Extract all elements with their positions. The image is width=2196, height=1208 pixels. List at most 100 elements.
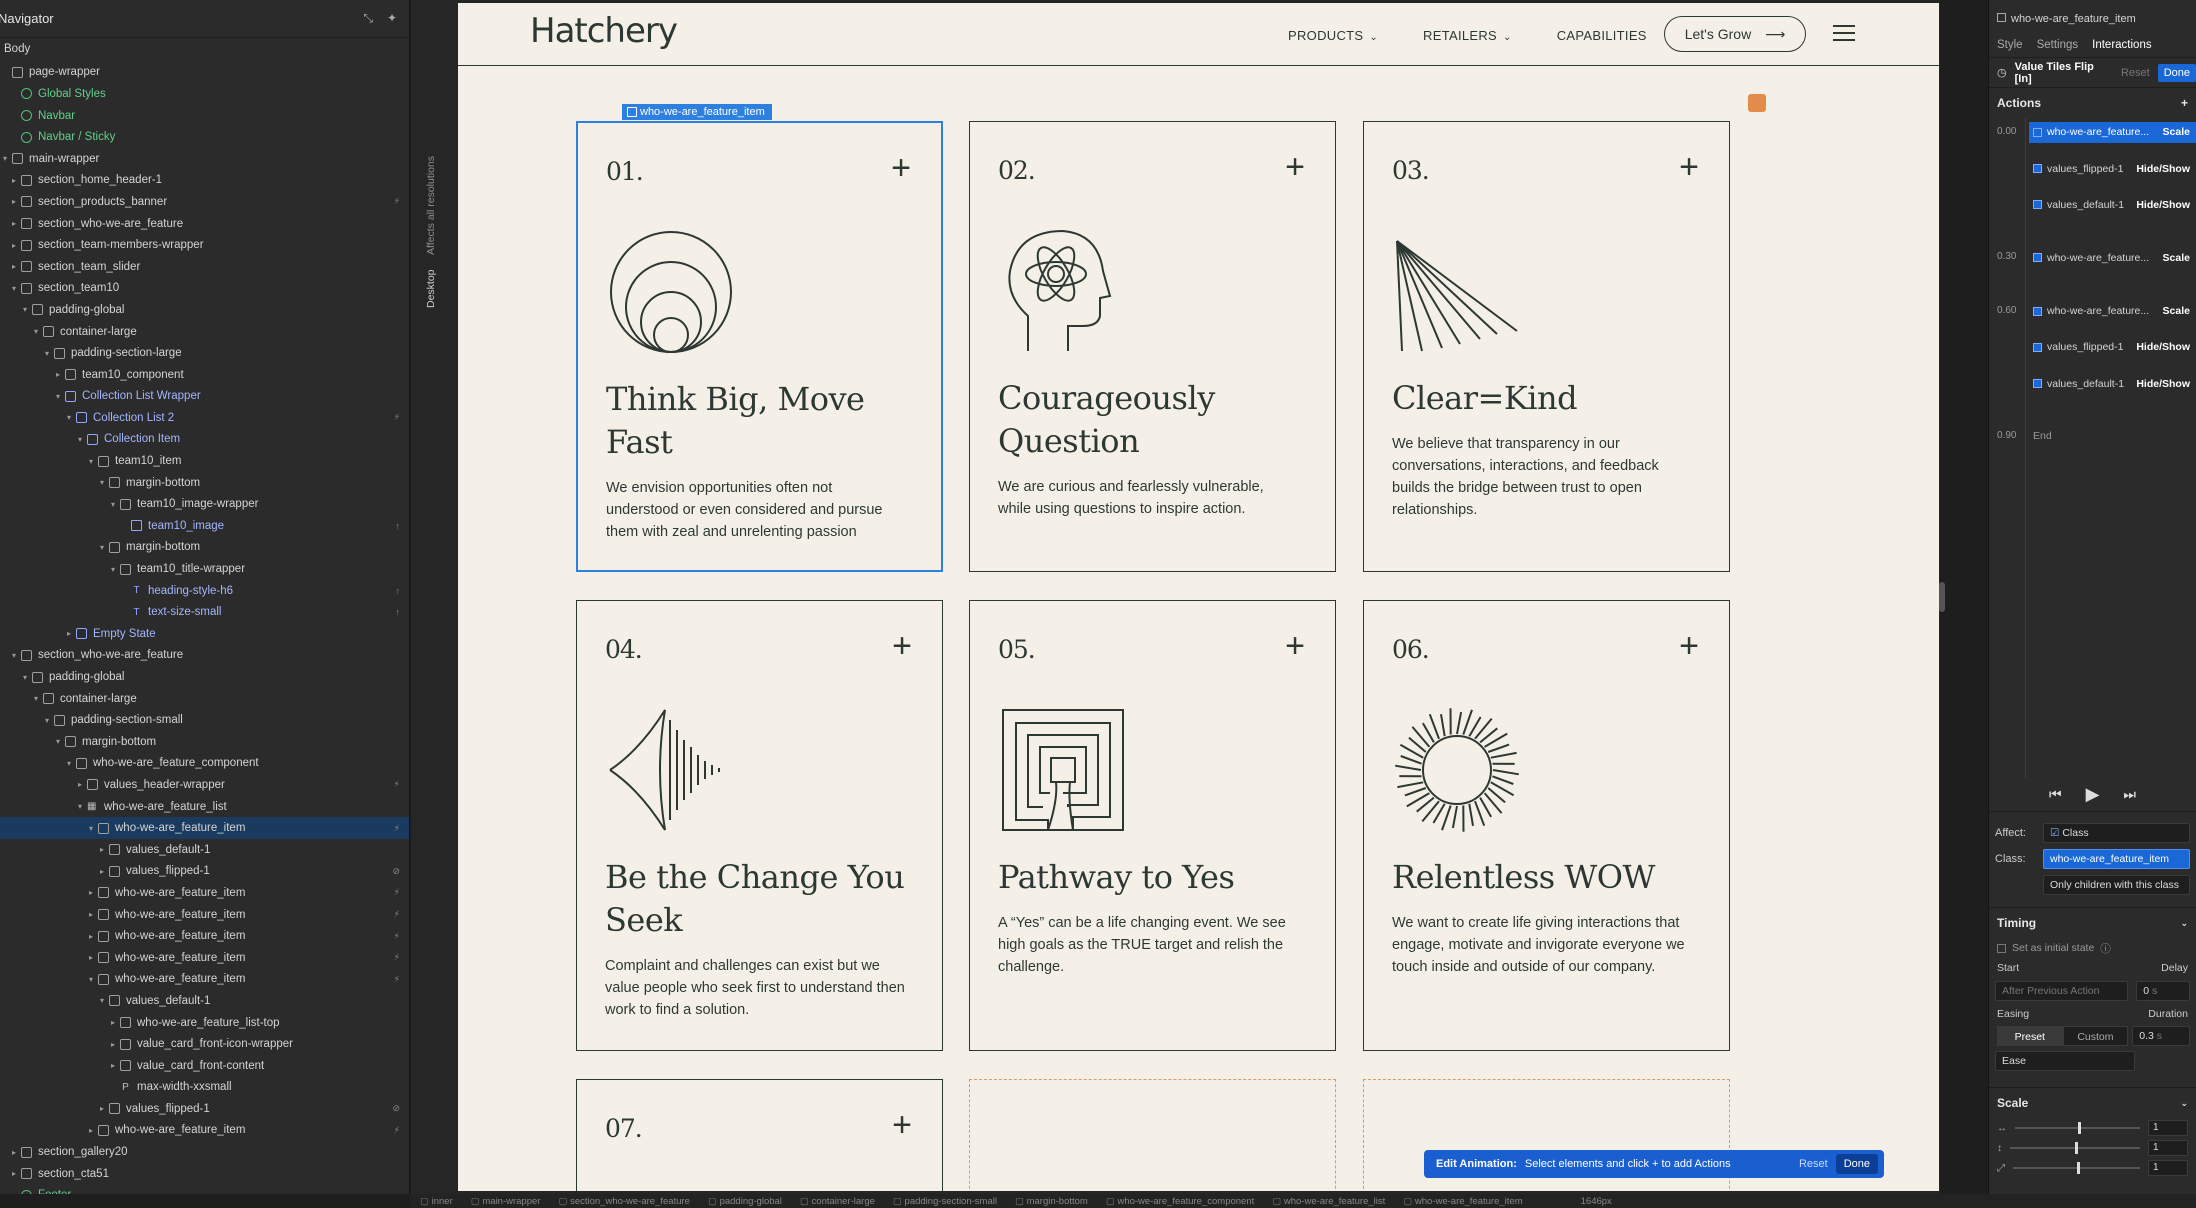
caret-right-icon[interactable]: ▸ [108,1040,118,1049]
scope-select[interactable]: Only children with this class [2043,875,2190,895]
tree-row[interactable]: ▾ team10_item [0,450,409,472]
feature-card[interactable]: 05. + Pathway to Yes A “Yes” can be a life … [969,600,1336,1051]
caret-down-icon[interactable]: ▾ [9,284,19,293]
caret-right-icon[interactable]: ▸ [97,1104,107,1113]
action-checkbox[interactable] [2033,306,2042,316]
caret-down-icon[interactable]: ▾ [108,565,118,574]
tree-row[interactable]: ▾ margin-bottom [0,731,409,753]
lets-grow-button[interactable]: Let's Grow ⟶ [1664,16,1806,52]
chevron-down-icon[interactable]: ⌄ [2180,918,2188,929]
tree-row[interactable]: ▸ section_team-members-wrapper [0,234,409,256]
animation-done-button[interactable]: Done [2157,63,2196,82]
caret-down-icon[interactable]: ▾ [42,716,52,725]
breadcrumb-item[interactable]: section_who-we-are_feature [558,1196,690,1207]
tree-row[interactable]: ▸ who-we-are_feature_item ⚡ [0,882,409,904]
tree-row[interactable]: ▸ section_cta51 [0,1163,409,1185]
caret-right-icon[interactable]: ▸ [53,370,63,379]
tree-row[interactable]: ▸ who-we-are_feature_item ⚡ [0,925,409,947]
caret-down-icon[interactable]: ▾ [53,737,63,746]
tree-row[interactable]: ▸ section_gallery20 [0,1141,409,1163]
tree-row[interactable]: team10_image ↑ [0,515,409,537]
tree-row[interactable]: ▾ main-wrapper [0,148,409,170]
tree-row[interactable]: Theading-style-h6 ↑ [0,580,409,602]
tree-row[interactable]: ▸ values_default-1 [0,839,409,861]
breadcrumb-item[interactable]: margin-bottom [1015,1196,1088,1207]
tree-row[interactable]: ▸ values_flipped-1 ⊘ [0,1098,409,1120]
action-checkbox[interactable] [2033,342,2042,352]
caret-down-icon[interactable]: ▾ [75,435,85,444]
caret-down-icon[interactable]: ▾ [64,759,74,768]
caret-right-icon[interactable]: ▸ [86,953,96,962]
tree-row[interactable]: Navbar / Sticky [0,126,409,148]
breadcrumb-item[interactable]: main-wrapper [471,1196,540,1207]
tree-row[interactable]: ▾ Collection List Wrapper [0,386,409,408]
edit-done-button[interactable]: Done [1835,1154,1878,1174]
slider-knob[interactable] [2077,1122,2081,1134]
nav-capabilities[interactable]: CAPABILITIES [1557,28,1647,43]
play-icon[interactable]: ▶ [2086,784,2100,805]
tree-row[interactable]: page-wrapper [0,62,409,84]
tab-style[interactable]: Style [1997,39,2023,51]
pin-icon[interactable]: ✦ [387,11,397,26]
caret-right-icon[interactable]: ▸ [75,780,85,789]
tree-row[interactable]: ▸ values_header-wrapper ⚡ [0,774,409,796]
caret-right-icon[interactable]: ▸ [9,197,19,206]
feature-card[interactable]: 04. + Be the Change You Seek Complaint and … [576,600,943,1051]
caret-down-icon[interactable]: ▾ [31,327,41,336]
action-item[interactable]: values_flipped-1 Hide/Show [2029,158,2196,179]
action-row[interactable]: 0.30 who-we-are_feature... Scale [1989,247,2196,268]
tree-row[interactable]: ▸ value_card_front-content [0,1055,409,1077]
caret-right-icon[interactable]: ▸ [97,845,107,854]
caret-right-icon[interactable]: ▸ [86,932,96,941]
tree-row[interactable]: ▾ padding-global [0,299,409,321]
tree-row[interactable]: ▾ section_team10 [0,278,409,300]
action-row[interactable]: values_flipped-1 Hide/Show [1989,337,2196,358]
caret-right-icon[interactable]: ▸ [9,1148,19,1157]
slider-knob[interactable] [2076,1162,2080,1174]
caret-down-icon[interactable]: ▾ [75,802,85,811]
tree-row[interactable]: ▾ who-we-are_feature_item ⚡ [0,969,409,991]
action-row[interactable]: 0.60 who-we-are_feature... Scale [1989,301,2196,322]
action-row[interactable]: values_flipped-1 Hide/Show [1989,158,2196,179]
action-row[interactable]: values_default-1 Hide/Show [1989,194,2196,215]
skip-forward-icon[interactable]: ⏭ [2123,786,2136,803]
caret-right-icon[interactable]: ▸ [9,219,19,228]
interaction-badge-icon[interactable] [1748,94,1766,112]
tree-row[interactable]: Footer [0,1184,409,1194]
tree-row[interactable]: ▾ who-we-are_feature_component [0,753,409,775]
slider-knob[interactable] [2075,1142,2078,1154]
breadcrumb-item[interactable]: 1646px [1581,1196,1612,1207]
breadcrumb-item[interactable]: who-we-are_feature_component [1106,1196,1254,1207]
scale-slider[interactable] [2010,1142,2140,1154]
caret-down-icon[interactable]: ▾ [108,500,118,509]
caret-down-icon[interactable]: ▾ [97,478,107,487]
action-item[interactable]: who-we-are_feature... Scale [2029,247,2196,268]
caret-down-icon[interactable]: ▾ [53,392,63,401]
tree-row[interactable]: ▸ values_flipped-1 ⊘ [0,861,409,883]
action-item[interactable]: values_default-1 Hide/Show [2029,194,2196,215]
plus-icon[interactable]: + [1679,150,1699,184]
tree-row[interactable]: ▾ who-we-are_feature_item ⚡ [0,817,409,839]
caret-down-icon[interactable]: ▾ [20,673,30,682]
tree-row[interactable]: ▾ Collection Item [0,429,409,451]
tree-row[interactable]: ▾ ▦ who-we-are_feature_list [0,796,409,818]
skip-back-icon[interactable]: ⏮ [2049,786,2062,803]
caret-down-icon[interactable]: ▾ [0,154,10,163]
tree-row[interactable]: ▸ value_card_front-icon-wrapper [0,1033,409,1055]
caret-right-icon[interactable]: ▸ [9,262,19,271]
tree-row[interactable]: ▸ team10_component [0,364,409,386]
caret-down-icon[interactable]: ▾ [9,651,19,660]
caret-right-icon[interactable]: ▸ [86,910,96,919]
animation-reset-button[interactable]: Reset [2121,67,2150,79]
animation-name[interactable]: Value Tiles Flip [In] [2015,61,2113,85]
tree-row[interactable]: ▾ team10_image-wrapper [0,493,409,515]
tree-row[interactable]: ▸ section_team_slider [0,256,409,278]
caret-down-icon[interactable]: ▾ [31,694,41,703]
affect-select[interactable]: ☑ Class [2043,823,2190,843]
action-checkbox[interactable] [2033,127,2042,137]
feature-card[interactable]: 02. + Courageously Question We are curious … [969,121,1336,572]
action-checkbox[interactable] [2033,164,2042,173]
breadcrumb-item[interactable]: inner [420,1196,453,1207]
tree-row[interactable]: ▸ who-we-are_feature_item ⚡ [0,947,409,969]
desktop-tab[interactable]: Desktop [425,269,437,308]
